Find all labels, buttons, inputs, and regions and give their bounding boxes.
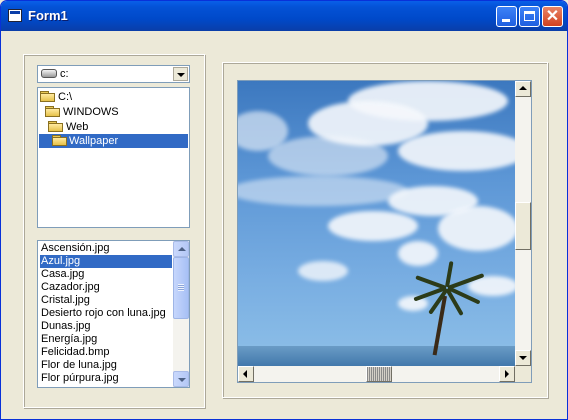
wallpaper-image (238, 81, 515, 366)
scroll-up-button[interactable] (515, 81, 531, 97)
directory-list[interactable]: C:\ WINDOWS Web Wallpaper (37, 87, 190, 228)
list-item[interactable]: Flor de luna.jpg (41, 359, 117, 372)
close-icon: ✕ (545, 8, 560, 25)
image-preview (237, 80, 532, 383)
scroll-thumb[interactable] (366, 366, 392, 382)
open-folder-icon (48, 121, 64, 133)
drive-value: c: (60, 68, 69, 80)
scroll-thumb[interactable] (515, 202, 531, 250)
image-vertical-scrollbar[interactable] (515, 81, 531, 366)
list-item[interactable]: Azul.jpg (40, 255, 172, 268)
list-item[interactable]: Felicidad.bmp (41, 346, 109, 359)
list-item[interactable]: Cazador.jpg (41, 281, 100, 294)
scroll-down-button[interactable] (515, 350, 531, 366)
list-item[interactable]: Cristal.jpg (41, 294, 90, 307)
close-button[interactable]: ✕ (542, 6, 563, 27)
scroll-up-button[interactable] (173, 241, 189, 257)
dir-label: WINDOWS (63, 106, 119, 118)
minimize-icon (502, 19, 510, 22)
list-item[interactable]: Flor púrpura.jpg (41, 372, 119, 385)
list-item[interactable]: Dunas.jpg (41, 320, 91, 333)
window-title: Form1 (28, 8, 68, 23)
app-icon[interactable] (8, 9, 22, 22)
maximize-icon (524, 11, 535, 21)
title-bar[interactable]: Form1 ✕ (1, 1, 567, 31)
dir-label: Wallpaper (69, 135, 119, 147)
dir-label: C:\ (58, 91, 73, 103)
dir-item-wallpaper[interactable]: Wallpaper (39, 134, 188, 148)
maximize-button[interactable] (519, 6, 540, 27)
file-list[interactable]: Ascensión.jpg Azul.jpg Casa.jpg Cazador.… (37, 240, 190, 388)
open-folder-icon (52, 135, 68, 147)
scroll-down-button[interactable] (173, 371, 189, 387)
hard-drive-icon (41, 69, 57, 78)
file-list-scrollbar[interactable] (173, 241, 189, 387)
open-folder-icon (45, 106, 61, 118)
list-item[interactable]: Ascensión.jpg (41, 242, 110, 255)
form1-window: Form1 ✕ c: C:\ WINDOWS Web Wallpaper Asc… (0, 0, 568, 420)
dir-label: Web (66, 121, 89, 133)
scroll-right-button[interactable] (499, 366, 515, 382)
scroll-thumb[interactable] (173, 257, 189, 319)
image-horizontal-scrollbar[interactable] (238, 366, 515, 382)
list-item[interactable]: Casa.jpg (41, 268, 84, 281)
list-item[interactable]: Desierto rojo con luna.jpg (41, 307, 166, 320)
open-folder-icon (40, 91, 56, 103)
list-item[interactable]: Energía.jpg (41, 333, 97, 346)
minimize-button[interactable] (496, 6, 517, 27)
drive-list[interactable]: c: (37, 65, 190, 83)
scroll-left-button[interactable] (238, 366, 254, 382)
scrollbar-corner (515, 366, 531, 382)
drive-dropdown-button[interactable] (173, 67, 188, 81)
